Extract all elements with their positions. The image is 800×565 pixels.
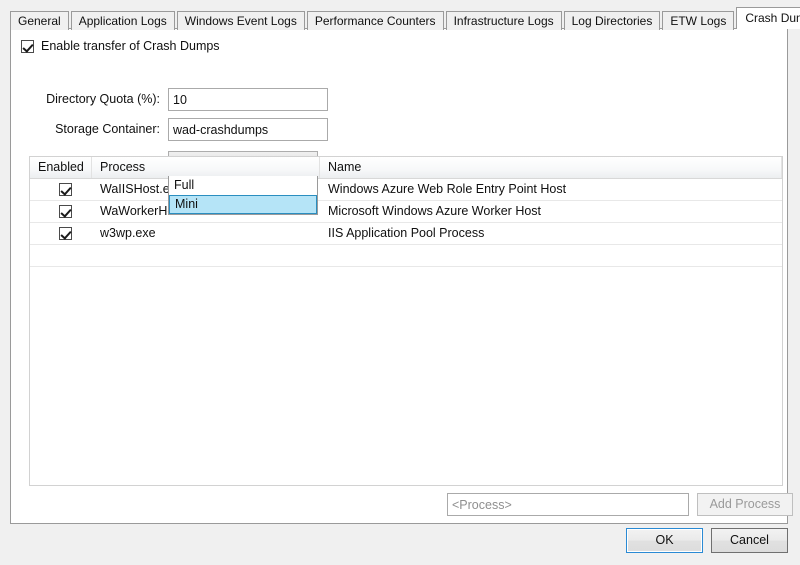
tab-infrastructure-logs[interactable]: Infrastructure Logs	[446, 11, 562, 30]
tab-crash-dumps[interactable]: Crash Dumps	[736, 7, 800, 29]
table-row[interactable]: w3wp.exe IIS Application Pool Process	[30, 223, 782, 245]
column-header-name[interactable]: Name	[320, 157, 782, 178]
process-grid-header: Enabled Process Name	[30, 157, 782, 179]
ok-button[interactable]: OK	[626, 528, 703, 553]
row-process-cell: w3wp.exe	[92, 223, 320, 244]
enable-transfer-label: Enable transfer of Crash Dumps	[41, 39, 220, 53]
crash-dumps-panel: Enable transfer of Crash Dumps Directory…	[10, 28, 788, 524]
tab-log-directories[interactable]: Log Directories	[564, 11, 661, 30]
row-enabled-checkbox[interactable]	[59, 205, 72, 218]
storage-container-label: Storage Container:	[55, 118, 160, 141]
process-name-input[interactable]	[447, 493, 689, 516]
dump-type-option-mini[interactable]: Mini	[169, 195, 317, 214]
directory-quota-input[interactable]	[168, 88, 328, 111]
row-name-cell: IIS Application Pool Process	[320, 223, 782, 244]
tab-etw-logs[interactable]: ETW Logs	[662, 11, 734, 30]
table-row[interactable]: WaWorkerHost.exe Microsoft Windows Azure…	[30, 201, 782, 223]
dialog-button-bar: OK Cancel	[626, 528, 788, 553]
row-enabled-checkbox[interactable]	[59, 183, 72, 196]
row-enabled-cell[interactable]	[30, 223, 92, 244]
tab-performance-counters[interactable]: Performance Counters	[307, 11, 444, 30]
tab-application-logs[interactable]: Application Logs	[71, 11, 175, 30]
storage-container-field: Storage Container:	[168, 118, 328, 141]
tab-windows-event-logs[interactable]: Windows Event Logs	[177, 11, 305, 30]
tab-strip: General Application Logs Windows Event L…	[10, 8, 790, 29]
column-header-process[interactable]: Process	[92, 157, 320, 178]
row-enabled-cell[interactable]	[30, 179, 92, 200]
enable-transfer-row[interactable]: Enable transfer of Crash Dumps	[21, 39, 220, 53]
directory-quota-field: Directory Quota (%):	[168, 88, 328, 111]
dump-type-option-full[interactable]: Full	[169, 176, 317, 195]
row-name-cell: Windows Azure Web Role Entry Point Host	[320, 179, 782, 200]
enable-transfer-checkbox[interactable]	[21, 40, 34, 53]
table-row[interactable]: WaIISHost.exe Windows Azure Web Role Ent…	[30, 179, 782, 201]
storage-container-input[interactable]	[168, 118, 328, 141]
row-enabled-checkbox[interactable]	[59, 227, 72, 240]
add-process-button[interactable]: Add Process	[697, 493, 793, 516]
cancel-button[interactable]: Cancel	[711, 528, 788, 553]
dump-type-dropdown-list[interactable]: Full Mini	[168, 176, 318, 215]
process-grid: Enabled Process Name WaIISHost.exe Windo…	[29, 156, 783, 486]
row-enabled-cell[interactable]	[30, 201, 92, 222]
row-name-cell: Microsoft Windows Azure Worker Host	[320, 201, 782, 222]
tab-general[interactable]: General	[10, 11, 69, 30]
table-row-empty	[30, 245, 782, 267]
add-process-row: Add Process	[447, 493, 793, 516]
directory-quota-label: Directory Quota (%):	[46, 88, 160, 111]
column-header-enabled[interactable]: Enabled	[30, 157, 92, 178]
